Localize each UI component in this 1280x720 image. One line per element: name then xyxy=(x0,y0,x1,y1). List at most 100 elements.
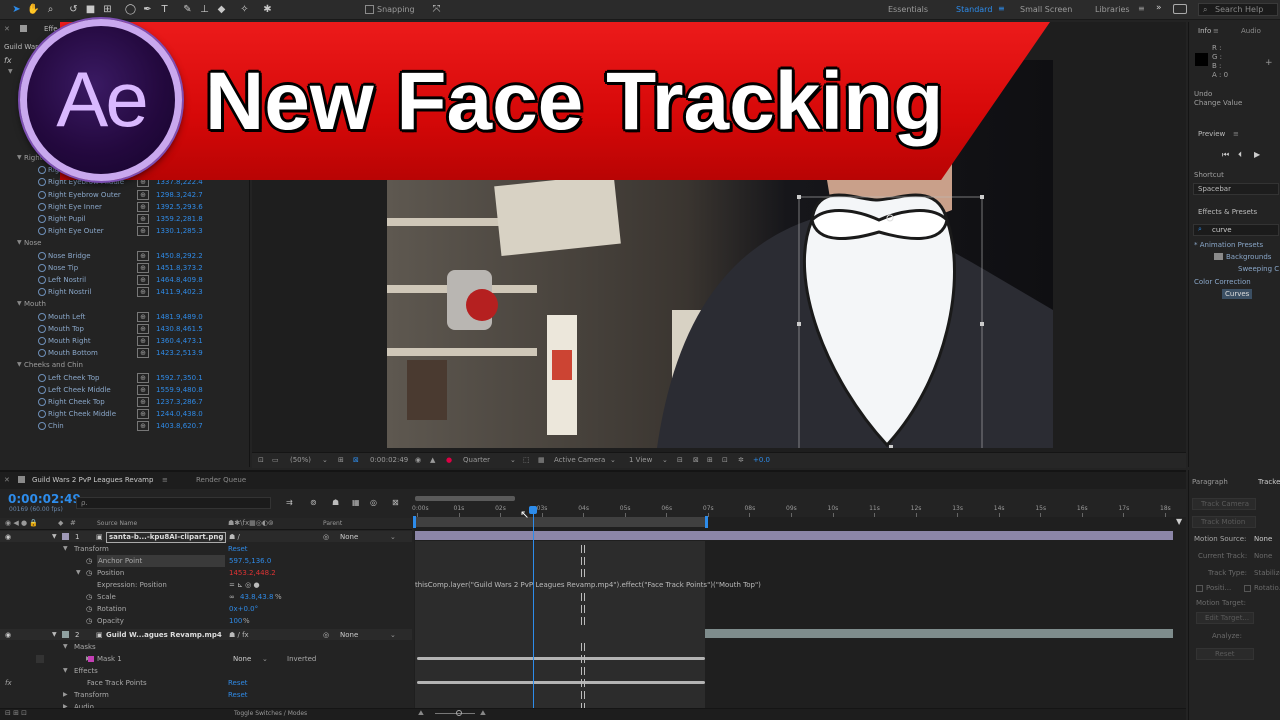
layer-switches-icons[interactable]: ☗ / fx xyxy=(229,629,249,641)
stopwatch-icon[interactable] xyxy=(38,215,46,223)
face-point-row[interactable]: Left Nostril ⊕ 1464.8,409.8 xyxy=(0,274,250,286)
face-point-value[interactable]: 1464.8,409.8 xyxy=(156,274,203,286)
point-picker-icon[interactable]: ⊕ xyxy=(137,250,149,261)
property-row-mask1[interactable]: ▶Mask 1None⌄Inverted xyxy=(0,653,412,665)
workspace-small-screen[interactable]: Small Screen xyxy=(1020,5,1072,14)
stopwatch-icon[interactable] xyxy=(38,324,46,333)
point-picker-icon[interactable]: ⊕ xyxy=(137,287,149,298)
snapping-options-icon[interactable]: ⤧ xyxy=(430,3,443,16)
zoom-chevron-icon[interactable]: ⌄ xyxy=(322,456,328,464)
workspace-libraries[interactable]: Libraries xyxy=(1095,5,1130,14)
rotation-option[interactable]: Rotatio... xyxy=(1254,584,1280,592)
face-point-value[interactable]: 1592.7,350.1 xyxy=(156,372,203,384)
work-area-end-handle[interactable] xyxy=(705,516,708,528)
shy-icon[interactable]: ☗ xyxy=(332,498,339,507)
reset-exposure-icon[interactable]: ✲ xyxy=(738,456,744,464)
rotation-checkbox[interactable] xyxy=(1244,585,1251,592)
layer-source-name[interactable]: santa-b...-kpu8AI-clipart.png xyxy=(106,532,227,543)
point-picker-icon[interactable]: ⊕ xyxy=(137,323,149,334)
expression-controls-icons[interactable]: = ⊾ ◎ ● xyxy=(229,579,260,591)
face-point-row[interactable]: Right Eye Inner ⊕ 1392.5,293.6 xyxy=(0,201,250,213)
comp-mini-flowchart-icon[interactable]: ⇉ xyxy=(286,498,293,507)
preset-tree-curves[interactable]: Curves xyxy=(1222,289,1253,299)
preset-tree-backgrounds[interactable]: Backgrounds xyxy=(1226,253,1271,261)
property-expand-triangle-icon[interactable]: ▼ xyxy=(63,543,68,555)
face-point-value[interactable]: 1359.2,281.8 xyxy=(156,213,203,225)
eye-icon[interactable]: ◉ xyxy=(5,531,11,543)
mask-mode-dropdown[interactable]: None xyxy=(233,653,251,665)
comp-tab-menu-icon[interactable]: ≡ xyxy=(162,476,168,484)
type-tool-icon[interactable]: T xyxy=(158,3,171,16)
keyframe-marker-icon[interactable] xyxy=(580,655,585,663)
point-picker-icon[interactable]: ⊕ xyxy=(137,397,149,407)
timeline-icon[interactable]: ⊞ xyxy=(707,456,713,464)
face-point-value[interactable]: 1360.4,473.1 xyxy=(156,335,203,347)
toggle-switches-modes[interactable]: Toggle Switches / Modes xyxy=(234,710,307,717)
layer-source-name[interactable]: Guild W...agues Revamp.mp4 xyxy=(106,629,222,641)
play-icon[interactable]: ▶ xyxy=(1254,150,1260,159)
effects-presets-tab[interactable]: Effects & Presets xyxy=(1198,208,1257,216)
layer-label-color[interactable] xyxy=(62,631,69,638)
stopwatch-icon[interactable] xyxy=(38,190,46,199)
pan-behind-tool-icon[interactable]: ⊞ xyxy=(101,3,114,16)
point-picker-icon[interactable]: ⊕ xyxy=(137,275,149,285)
fx-group-2[interactable]: ▼ Mouth xyxy=(0,298,250,310)
graph-editor-icon[interactable]: ⊠ xyxy=(392,498,399,507)
source-name-header[interactable]: Source Name xyxy=(97,520,137,527)
workspace-standard[interactable]: Standard xyxy=(956,5,992,14)
constrain-proportions-icon[interactable]: ∞ xyxy=(229,591,235,603)
mask-toggle[interactable] xyxy=(36,655,44,663)
layer-1-duration-bar[interactable] xyxy=(415,531,1173,540)
face-point-row[interactable]: Right Eye Outer ⊕ 1330.1,285.3 xyxy=(0,225,250,237)
point-picker-icon[interactable]: ⊕ xyxy=(137,409,149,420)
point-picker-icon[interactable]: ⊕ xyxy=(137,348,149,359)
comp-tab[interactable]: Guild Wars 2 PvP Leagues Revamp xyxy=(32,476,153,484)
stopwatch-icon[interactable] xyxy=(38,202,46,211)
keyframe-marker-icon[interactable] xyxy=(580,667,585,675)
stopwatch-icon[interactable] xyxy=(38,251,46,260)
resolution-chevron-icon[interactable]: ⌄ xyxy=(510,456,516,464)
point-picker-icon[interactable]: ⊕ xyxy=(137,384,149,395)
track-type-dropdown[interactable]: Stabilize xyxy=(1254,569,1280,577)
stopwatch-icon[interactable] xyxy=(38,385,46,394)
channel-icon[interactable]: ● xyxy=(446,456,452,464)
face-point-value[interactable]: 1559.9,480.8 xyxy=(156,384,203,396)
keyframe-marker-icon[interactable] xyxy=(580,617,585,625)
face-point-value[interactable]: 1330.1,285.3 xyxy=(156,225,203,237)
viewer-timecode[interactable]: 0:00:02:49 xyxy=(370,456,408,464)
keyframe-marker-icon[interactable] xyxy=(580,569,585,577)
group-expand-triangle-icon[interactable]: ▼ xyxy=(17,359,22,371)
face-point-row[interactable]: Right Cheek Middle ⊕ 1244.0,438.0 xyxy=(0,408,250,420)
motion-source-dropdown[interactable]: None xyxy=(1254,535,1272,543)
property-expand-triangle-icon[interactable]: ▶ xyxy=(63,689,68,701)
toggle-pixel-aspect-icon[interactable]: ⊟ xyxy=(677,456,683,464)
preset-tree-animation[interactable]: * Animation Presets xyxy=(1194,241,1263,249)
stopwatch-icon[interactable] xyxy=(38,263,46,272)
selection-tool-icon[interactable]: ➤ xyxy=(10,3,23,16)
property-row-face-track[interactable]: fx Face Track Points Reset xyxy=(0,677,412,689)
property-row-transform[interactable]: ▼ Transform Reset xyxy=(0,543,412,555)
stopwatch-icon[interactable]: ◷ xyxy=(86,615,92,627)
face-point-value[interactable]: 1451.8,373.2 xyxy=(156,262,203,274)
draft-3d-icon[interactable]: ⊚ xyxy=(310,498,317,507)
group-expand-triangle-icon[interactable]: ▼ xyxy=(17,237,22,249)
region-of-interest-icon[interactable]: ⬚ xyxy=(523,456,530,464)
camera-chevron-icon[interactable]: ⌄ xyxy=(610,456,616,464)
fx-group-3[interactable]: ▼ Cheeks and Chin xyxy=(0,359,250,371)
group-expand-triangle-icon[interactable]: ▼ xyxy=(17,298,22,310)
keyframe-marker-icon[interactable] xyxy=(580,605,585,613)
stopwatch-icon[interactable]: ◷ xyxy=(86,555,92,567)
mask-visibility-icon[interactable]: ⊠ xyxy=(353,456,359,464)
audio-tab[interactable]: Audio xyxy=(1241,27,1261,35)
face-point-row[interactable]: Mouth Top ⊕ 1430.8,461.5 xyxy=(0,323,250,335)
pen-tool-icon[interactable]: ✒ xyxy=(141,3,154,16)
tracker-tab[interactable]: Tracker xyxy=(1258,478,1280,486)
brush-tool-icon[interactable]: ✎ xyxy=(181,3,194,16)
stopwatch-icon[interactable] xyxy=(38,227,46,236)
keyframe-marker-icon[interactable] xyxy=(580,593,585,601)
effects-search-input[interactable]: curve xyxy=(1193,224,1279,236)
timeline-close-icon[interactable]: ✕ xyxy=(4,476,10,484)
property-value[interactable]: 0x+0.0° xyxy=(229,603,258,615)
work-area-start-handle[interactable] xyxy=(413,516,416,528)
layer-switches-icons[interactable]: ☗ / xyxy=(229,531,240,543)
